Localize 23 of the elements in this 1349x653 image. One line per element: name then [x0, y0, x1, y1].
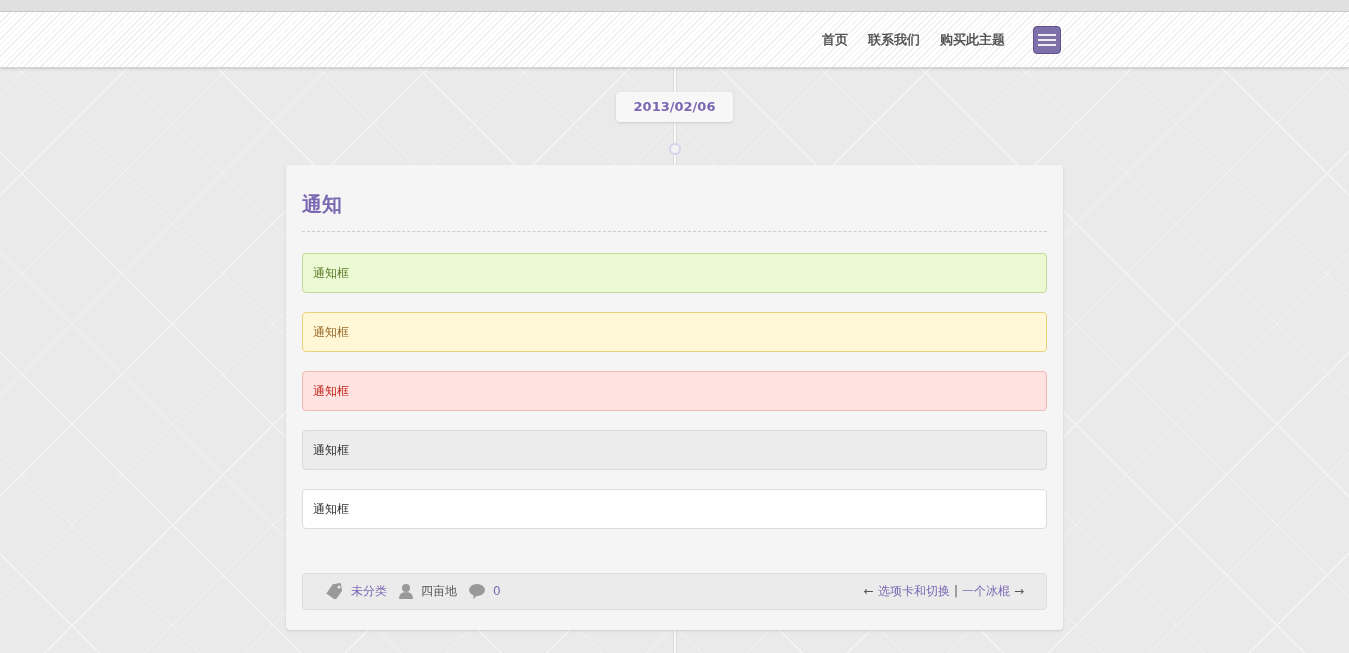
nav-link[interactable]: 首页 [822, 29, 848, 50]
notice-box: 通知框 [302, 370, 1047, 411]
previous-post-link[interactable]: 选项卡和切换 [877, 582, 950, 600]
notice-box: 通知框 [302, 311, 1047, 352]
notice-box: 通知框 [302, 252, 1047, 293]
menu-button[interactable] [1033, 25, 1061, 54]
nav-link[interactable]: 联系我们 [868, 29, 920, 50]
notice-box: 通知框 [302, 429, 1047, 470]
notice-box: 通知框 [302, 488, 1047, 529]
post-title: 通知 [302, 188, 1047, 232]
menu-icon [1038, 33, 1056, 46]
arrow-text: → [1013, 583, 1024, 600]
tag-icon [325, 583, 345, 599]
comment-count[interactable]: 0 [493, 582, 501, 600]
author-name: 四亩地 [421, 583, 457, 600]
date-bubble: 2013/02/06 [615, 92, 734, 122]
nav-link[interactable]: 购买此主题 [940, 29, 1005, 50]
next-post-link[interactable]: 一个冰棍 [961, 582, 1010, 600]
category-link[interactable]: 未分类 [351, 582, 387, 600]
separator-text: | [953, 583, 958, 600]
person-icon [399, 583, 413, 599]
arrow-text: ← [863, 583, 874, 600]
comment-icon [469, 583, 485, 599]
